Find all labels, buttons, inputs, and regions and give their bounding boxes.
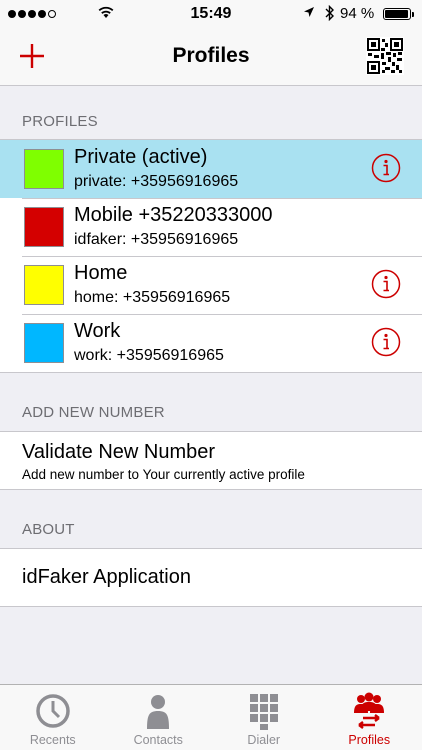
info-icon[interactable] xyxy=(371,153,401,183)
profile-row-work[interactable]: Work work: +35956916965 xyxy=(0,314,422,372)
profile-color-swatch xyxy=(24,149,64,189)
tab-label: Dialer xyxy=(247,733,281,747)
location-arrow-icon xyxy=(304,7,314,17)
profile-row-private[interactable]: Private (active) private: +35956916965 xyxy=(0,140,422,198)
about-application-title: idFaker Application xyxy=(22,566,191,588)
profile-name: Private (active) xyxy=(74,146,208,168)
profile-row-mobile[interactable]: Mobile +35220333000 idfaker: +3595691696… xyxy=(0,198,422,256)
about-application-row[interactable]: idFaker Application xyxy=(0,549,422,606)
validate-new-number-subtitle: Add new number to Your currently active … xyxy=(22,467,305,482)
profile-number: idfaker: +35956916965 xyxy=(74,231,239,248)
validate-new-number-title: Validate New Number xyxy=(22,441,216,463)
person-icon xyxy=(147,695,170,729)
about-section-header: ABOUT xyxy=(22,521,75,538)
tab-label: Contacts xyxy=(133,733,183,747)
profile-name: Home xyxy=(74,262,128,284)
add-profile-button[interactable] xyxy=(14,38,50,74)
battery-icon xyxy=(383,8,411,20)
add-number-group: Validate New Number Add new number to Yo… xyxy=(0,431,422,490)
tab-label: Profiles xyxy=(348,733,391,747)
keypad-icon xyxy=(249,694,278,730)
profile-number: home: +35956916965 xyxy=(74,289,231,306)
about-group: idFaker Application xyxy=(0,548,422,607)
validate-new-number-row[interactable]: Validate New Number Add new number to Yo… xyxy=(0,432,422,489)
tab-dialer[interactable]: Dialer xyxy=(211,685,317,750)
profile-color-swatch xyxy=(24,323,64,363)
profile-name: Work xyxy=(74,320,121,342)
tab-contacts[interactable]: Contacts xyxy=(106,685,212,750)
profiles-section-header: PROFILES xyxy=(22,113,98,130)
page-title: Profiles xyxy=(172,44,250,67)
status-bar: 15:49 94 % xyxy=(0,0,422,28)
profile-color-swatch xyxy=(24,207,64,247)
profiles-list: Private (active) private: +35956916965 M… xyxy=(0,139,422,373)
profile-name: Mobile +35220333000 xyxy=(74,204,273,226)
info-icon[interactable] xyxy=(371,269,401,299)
profile-number: private: +35956916965 xyxy=(74,173,239,190)
tab-label: Recents xyxy=(29,733,76,747)
tab-profiles[interactable]: Profiles xyxy=(317,685,422,750)
tab-recents[interactable]: Recents xyxy=(0,685,106,750)
navigation-bar: Profiles xyxy=(0,28,422,86)
tab-bar: Recents Contacts Dialer Profiles xyxy=(0,684,422,750)
profile-color-swatch xyxy=(24,265,64,305)
profile-number: work: +35956916965 xyxy=(74,347,224,364)
bluetooth-icon xyxy=(325,5,334,21)
profiles-icon xyxy=(354,692,385,729)
clock-icon xyxy=(36,694,70,728)
add-number-section-header: ADD NEW NUMBER xyxy=(22,404,165,421)
battery-percentage: 94 % xyxy=(340,5,375,22)
info-icon[interactable] xyxy=(371,327,401,357)
profile-row-home[interactable]: Home home: +35956916965 xyxy=(0,256,422,314)
qr-code-button[interactable] xyxy=(366,37,404,75)
